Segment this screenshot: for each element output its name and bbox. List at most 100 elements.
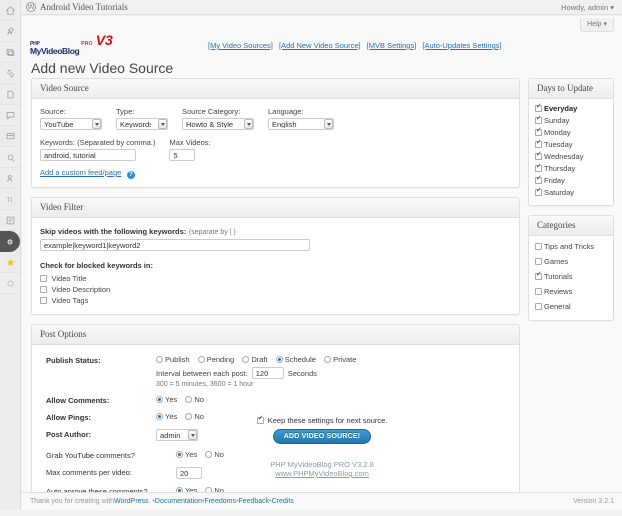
checkbox-row-video-description[interactable]: Video Description — [40, 284, 511, 294]
sidebar-item-appearance[interactable] — [0, 126, 20, 147]
help-tab[interactable]: Help ▾ — [580, 18, 614, 32]
category-row-games[interactable]: Games — [535, 257, 607, 266]
wordpress-link[interactable]: WordPress — [114, 498, 149, 505]
credits-link[interactable]: Credits — [272, 498, 294, 505]
grab-comments-no[interactable]: No — [205, 450, 230, 459]
radio-pending[interactable]: Pending — [198, 355, 241, 364]
sidebar-item-pages[interactable] — [0, 84, 20, 105]
radio-draft[interactable]: Draft — [242, 355, 273, 364]
day-row-tuesday[interactable]: Tuesday — [535, 140, 607, 149]
category-row-tutorials[interactable]: Tutorials — [535, 272, 607, 281]
thursday-checkbox[interactable] — [535, 165, 542, 172]
day-row-saturday[interactable]: Saturday — [535, 188, 607, 197]
friday-checkbox[interactable] — [535, 177, 542, 184]
pending-radio[interactable] — [198, 356, 205, 363]
interval-row: Interval between each post: Seconds — [156, 367, 362, 379]
monday-checkbox[interactable] — [535, 129, 542, 136]
day-row-everyday[interactable]: Everyday — [535, 104, 607, 113]
video-tags-checkbox[interactable] — [40, 297, 47, 304]
add-video-source-button[interactable]: ADD VIDEO SOURCE! — [273, 429, 372, 444]
type-select[interactable]: Keywords — [116, 118, 168, 130]
sidebar-item-links[interactable] — [0, 63, 20, 84]
tuesday-checkbox[interactable] — [535, 141, 542, 148]
wp-footer: Thank you for creating with WordPress. •… — [22, 492, 622, 510]
howdy-menu[interactable]: Howdy, admin ▾ — [561, 3, 614, 12]
sidebar-item-tools[interactable]: TI — [0, 189, 20, 210]
freedoms-link[interactable]: Freedoms — [204, 498, 236, 505]
sidebar-item-media[interactable] — [0, 42, 20, 63]
nav-link-mvb-settings[interactable]: [MVB Settings] — [367, 41, 417, 50]
day-row-friday[interactable]: Friday — [535, 176, 607, 185]
sidebar-item-extra[interactable] — [0, 273, 20, 294]
feedback-link[interactable]: Feedback — [238, 498, 269, 505]
draft-radio[interactable] — [242, 356, 249, 363]
category-row-tips-and-tricks[interactable]: Tips and Tricks — [535, 242, 607, 251]
schedule-radio[interactable] — [276, 356, 283, 363]
keep-settings-row[interactable]: Keep these settings for next source. — [22, 416, 622, 425]
allow-comments-no[interactable]: No — [185, 395, 210, 404]
nav-link-my-video-sources[interactable]: [My Video Sources] — [208, 41, 273, 50]
add-custom-feed-link[interactable]: Add a custom feed/page — [40, 168, 121, 177]
publish-radio[interactable] — [156, 356, 163, 363]
radio-schedule[interactable]: Schedule — [276, 355, 322, 364]
plugin-website-link[interactable]: www.PHPMyVideoBlog.com — [275, 469, 369, 478]
max-videos-input[interactable] — [169, 149, 195, 161]
keep-settings-checkbox[interactable] — [257, 417, 264, 424]
saturday-checkbox[interactable] — [535, 189, 542, 196]
video-description-checkbox[interactable] — [40, 286, 47, 293]
allow-comments-yes-radio[interactable] — [156, 396, 163, 403]
day-row-thursday[interactable]: Thursday — [535, 164, 607, 173]
allow-comments-yes-label: Yes — [165, 395, 177, 404]
video-title-checkbox[interactable] — [40, 275, 47, 282]
general-checkbox[interactable] — [535, 303, 542, 310]
wordpress-icon[interactable]: W — [26, 2, 36, 12]
interval-input[interactable] — [252, 367, 284, 379]
publish-status-radios[interactable]: Publish Pending Draft Schedule Private — [156, 355, 362, 364]
private-radio[interactable] — [324, 356, 331, 363]
nav-link-auto-updates-settings[interactable]: [Auto-Updates Settings] — [422, 41, 501, 50]
sidebar-item-active-plugin[interactable] — [0, 231, 20, 252]
category-row-general[interactable]: General — [535, 302, 607, 311]
radio-private[interactable]: Private — [324, 355, 362, 364]
sunday-label: Sunday — [544, 116, 569, 125]
reviews-checkbox[interactable] — [535, 288, 542, 295]
sidebar-item-users[interactable] — [0, 168, 20, 189]
help-icon[interactable]: ? — [127, 171, 135, 179]
allow-comments-yes[interactable]: Yes — [156, 395, 183, 404]
nav-link-add-new-video-source[interactable]: [Add New Video Source] — [279, 41, 361, 50]
sidebar-item-favorite[interactable] — [0, 252, 20, 273]
sidebar-item-settings[interactable] — [0, 210, 20, 231]
keywords-input[interactable] — [40, 149, 136, 161]
wednesday-checkbox[interactable] — [535, 153, 542, 160]
day-row-wednesday[interactable]: Wednesday — [535, 152, 607, 161]
source-select[interactable]: YouTube — [40, 118, 102, 130]
language-select[interactable]: English — [268, 118, 334, 130]
plugin-nav[interactable]: [My Video Sources] [Add New Video Source… — [208, 41, 506, 50]
grab-comments-no-radio[interactable] — [205, 451, 212, 458]
main-column: Video Source Source: YouTube Type: — [31, 78, 520, 516]
radio-publish[interactable]: Publish — [156, 355, 196, 364]
sidebar-item-plugins[interactable] — [0, 147, 20, 168]
sidebar-item-posts[interactable] — [0, 21, 20, 42]
sidebar-item-comments[interactable] — [0, 105, 20, 126]
everyday-checkbox[interactable] — [535, 105, 542, 112]
category-row-reviews[interactable]: Reviews — [535, 287, 607, 296]
allow-comments-no-radio[interactable] — [185, 396, 192, 403]
games-checkbox[interactable] — [535, 258, 542, 265]
admin-menu-rail[interactable]: TI — [0, 0, 21, 510]
grab-comments-yes[interactable]: Yes — [176, 450, 203, 459]
site-title[interactable]: Android Video Tutorials — [40, 2, 128, 12]
tips-and-tricks-checkbox[interactable] — [535, 243, 542, 250]
source-category-select[interactable]: Howto & Style — [182, 118, 254, 130]
checkbox-row-video-title[interactable]: Video Title — [40, 273, 511, 283]
sunday-checkbox[interactable] — [535, 117, 542, 124]
checkbox-row-video-tags[interactable]: Video Tags — [40, 295, 511, 305]
grab-comments-yes-radio[interactable] — [176, 451, 183, 458]
sidebar-item-dashboard[interactable] — [0, 0, 20, 21]
day-row-monday[interactable]: Monday — [535, 128, 607, 137]
skip-keywords-input[interactable] — [40, 239, 310, 251]
day-row-sunday[interactable]: Sunday — [535, 116, 607, 125]
max-videos-label: Max Videos: — [169, 138, 210, 147]
documentation-link[interactable]: Documentation — [155, 498, 202, 505]
tutorials-checkbox[interactable] — [535, 273, 542, 280]
